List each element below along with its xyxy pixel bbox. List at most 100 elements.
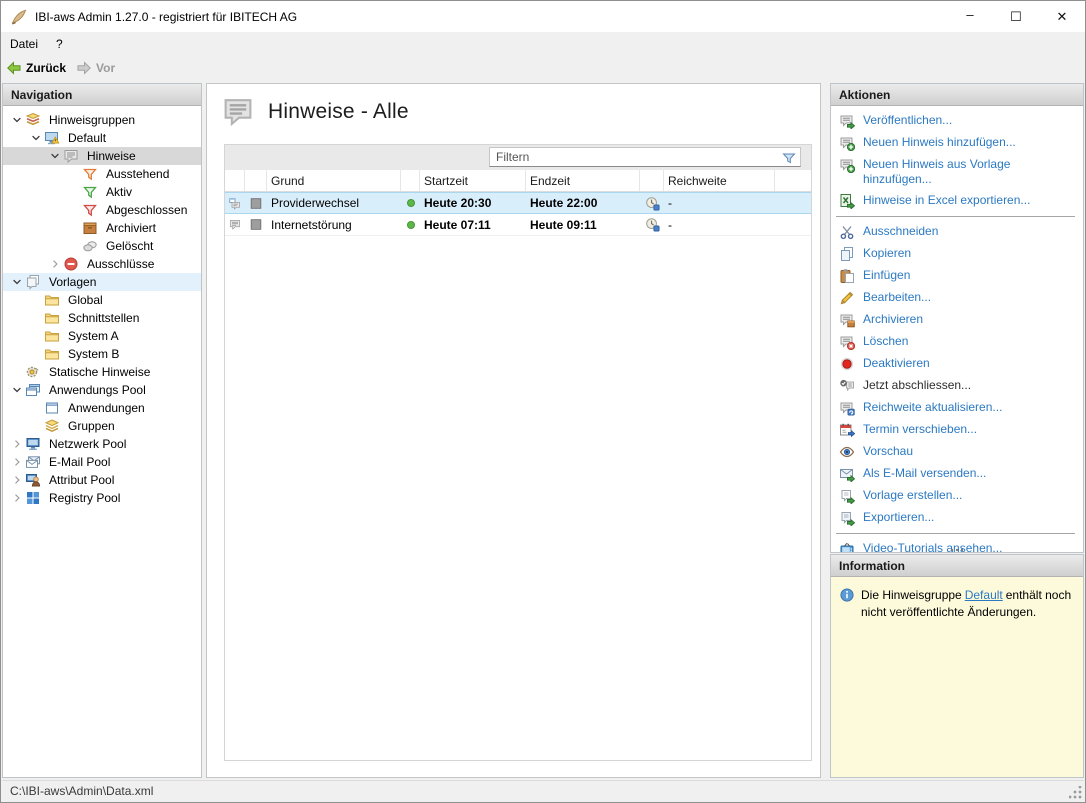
tree-item-default[interactable]: Default	[3, 129, 201, 147]
gray-square-icon	[245, 196, 267, 211]
tree-item-anwendungs-pool[interactable]: Anwendungs Pool	[3, 381, 201, 399]
action-hinweis-aus-vorlage[interactable]: Neuen Hinweis aus Vorlage hinzufügen...	[831, 154, 1083, 190]
nav-toolbar: Zurück Vor	[1, 55, 1085, 80]
col-startzeit[interactable]: Startzeit	[420, 170, 526, 191]
tree-item-statische-hinweise[interactable]: Statische Hinweise	[3, 363, 201, 381]
action-veroeffentlichen[interactable]: Veröffentlichen...	[831, 110, 1083, 132]
minimize-button[interactable]: –	[947, 1, 993, 32]
status-dot-green	[401, 221, 420, 229]
actions-header: Aktionen	[831, 84, 1083, 106]
tree-item-hinweise[interactable]: Hinweise	[3, 147, 201, 165]
action-ausschneiden[interactable]: Ausschneiden	[831, 221, 1083, 243]
col-scope-icon[interactable]	[640, 170, 664, 191]
gray-square-icon	[245, 217, 267, 232]
tree-item-vorlagen[interactable]: Vorlagen	[3, 273, 201, 291]
col-endzeit[interactable]: Endzeit	[526, 170, 640, 191]
content-panel: Hinweise - Alle Grund Startzeit Endzeit …	[206, 83, 821, 778]
col-status[interactable]	[401, 170, 420, 191]
action-als-email-versenden[interactable]: Als E-Mail versenden...	[831, 463, 1083, 485]
action-archivieren[interactable]: Archivieren	[831, 309, 1083, 331]
update-scope-icon	[839, 400, 855, 416]
folder-icon	[44, 328, 60, 344]
close-button[interactable]: ✕	[1039, 1, 1085, 32]
tree-item-hinweisgruppen[interactable]: Hinweisgruppen	[3, 111, 201, 129]
menu-help[interactable]: ?	[47, 34, 72, 54]
action-excel-export[interactable]: Hinweise in Excel exportieren...	[831, 190, 1083, 212]
action-bearbeiten[interactable]: Bearbeiten...	[831, 287, 1083, 309]
action-deaktivieren[interactable]: Deaktivieren	[831, 353, 1083, 375]
table-row[interactable]: Internetstörung Heute 07:11 Heute 09:11 …	[225, 214, 811, 236]
menu-datei[interactable]: Datei	[1, 34, 47, 54]
tree-item-global[interactable]: Global	[3, 291, 201, 309]
cell-endzeit: Heute 22:00	[526, 196, 640, 210]
panel-splitter-handle[interactable]	[831, 549, 1083, 551]
chevron-down-icon[interactable]	[9, 275, 24, 290]
action-reichweite-aktualisieren[interactable]: Reichweite aktualisieren...	[831, 397, 1083, 419]
col-filler	[775, 170, 811, 191]
chevron-down-icon[interactable]	[28, 131, 43, 146]
chevron-right-icon[interactable]	[9, 455, 24, 470]
tree-item-ausschluesse[interactable]: Ausschlüsse	[3, 255, 201, 273]
tree-item-email-pool[interactable]: E-Mail Pool	[3, 453, 201, 471]
funnel-orange-icon	[82, 166, 98, 182]
hint-window-icon	[225, 196, 245, 211]
tree-item-geloescht[interactable]: Gelöscht	[3, 237, 201, 255]
tree-item-abgeschlossen[interactable]: Abgeschlossen	[3, 201, 201, 219]
expander-spacer	[66, 239, 81, 254]
col-type-icon[interactable]	[225, 170, 245, 191]
expander-spacer	[66, 221, 81, 236]
tree-item-netzwerk-pool[interactable]: Netzwerk Pool	[3, 435, 201, 453]
publish-icon	[839, 113, 855, 129]
exclusion-icon	[63, 256, 79, 272]
action-einfuegen[interactable]: Einfügen	[831, 265, 1083, 287]
filter-funnel-icon[interactable]	[781, 150, 797, 166]
default-group-link[interactable]: Default	[965, 588, 1003, 602]
filter-strip	[225, 145, 811, 170]
forward-button: Vor	[71, 58, 120, 78]
tree-item-system-a[interactable]: System A	[3, 327, 201, 345]
back-button[interactable]: Zurück	[1, 58, 71, 78]
tree-item-ausstehend[interactable]: Ausstehend	[3, 165, 201, 183]
action-neuen-hinweis[interactable]: Neuen Hinweis hinzufügen...	[831, 132, 1083, 154]
action-kopieren[interactable]: Kopieren	[831, 243, 1083, 265]
expander-spacer	[28, 311, 43, 326]
expander-spacer	[28, 293, 43, 308]
chevron-down-icon[interactable]	[9, 383, 24, 398]
export-icon	[839, 510, 855, 526]
action-termin-verschieben[interactable]: Termin verschieben...	[831, 419, 1083, 441]
table-header-row: Grund Startzeit Endzeit Reichweite	[225, 170, 811, 192]
tree-item-registry-pool[interactable]: Registry Pool	[3, 489, 201, 507]
tree-item-gruppen[interactable]: Gruppen	[3, 417, 201, 435]
resize-grip[interactable]	[1069, 786, 1082, 799]
chevron-right-icon[interactable]	[9, 473, 24, 488]
col-color-icon[interactable]	[245, 170, 267, 191]
action-vorlage-erstellen[interactable]: Vorlage erstellen...	[831, 485, 1083, 507]
col-reichweite[interactable]: Reichweite	[664, 170, 775, 191]
maximize-button[interactable]: ☐	[993, 1, 1039, 32]
chevron-right-icon[interactable]	[9, 491, 24, 506]
chevron-down-icon[interactable]	[47, 149, 62, 164]
tree-item-schnittstellen[interactable]: Schnittstellen	[3, 309, 201, 327]
tree-item-archiviert[interactable]: Archiviert	[3, 219, 201, 237]
tree-item-system-b[interactable]: System B	[3, 345, 201, 363]
hints-table: Grund Startzeit Endzeit Reichweite Provi…	[224, 144, 812, 761]
tree-item-aktiv[interactable]: Aktiv	[3, 183, 201, 201]
cell-startzeit: Heute 20:30	[420, 196, 526, 210]
expander-spacer	[28, 401, 43, 416]
actions-separator	[836, 216, 1075, 217]
folder-icon	[44, 310, 60, 326]
filter-input[interactable]	[496, 148, 776, 166]
action-loeschen[interactable]: Löschen	[831, 331, 1083, 353]
table-row[interactable]: Providerwechsel Heute 20:30 Heute 22:00 …	[225, 192, 811, 214]
title-bar[interactable]: IBI-aws Admin 1.27.0 - registriert für I…	[1, 1, 1085, 32]
chevron-right-icon[interactable]	[47, 257, 62, 272]
col-grund[interactable]: Grund	[267, 170, 401, 191]
action-exportieren[interactable]: Exportieren...	[831, 507, 1083, 529]
network-pool-icon	[25, 436, 41, 452]
chevron-down-icon[interactable]	[9, 113, 24, 128]
folder-icon	[44, 346, 60, 362]
tree-item-attribut-pool[interactable]: Attribut Pool	[3, 471, 201, 489]
tree-item-anwendungen[interactable]: Anwendungen	[3, 399, 201, 417]
action-vorschau[interactable]: Vorschau	[831, 441, 1083, 463]
chevron-right-icon[interactable]	[9, 437, 24, 452]
